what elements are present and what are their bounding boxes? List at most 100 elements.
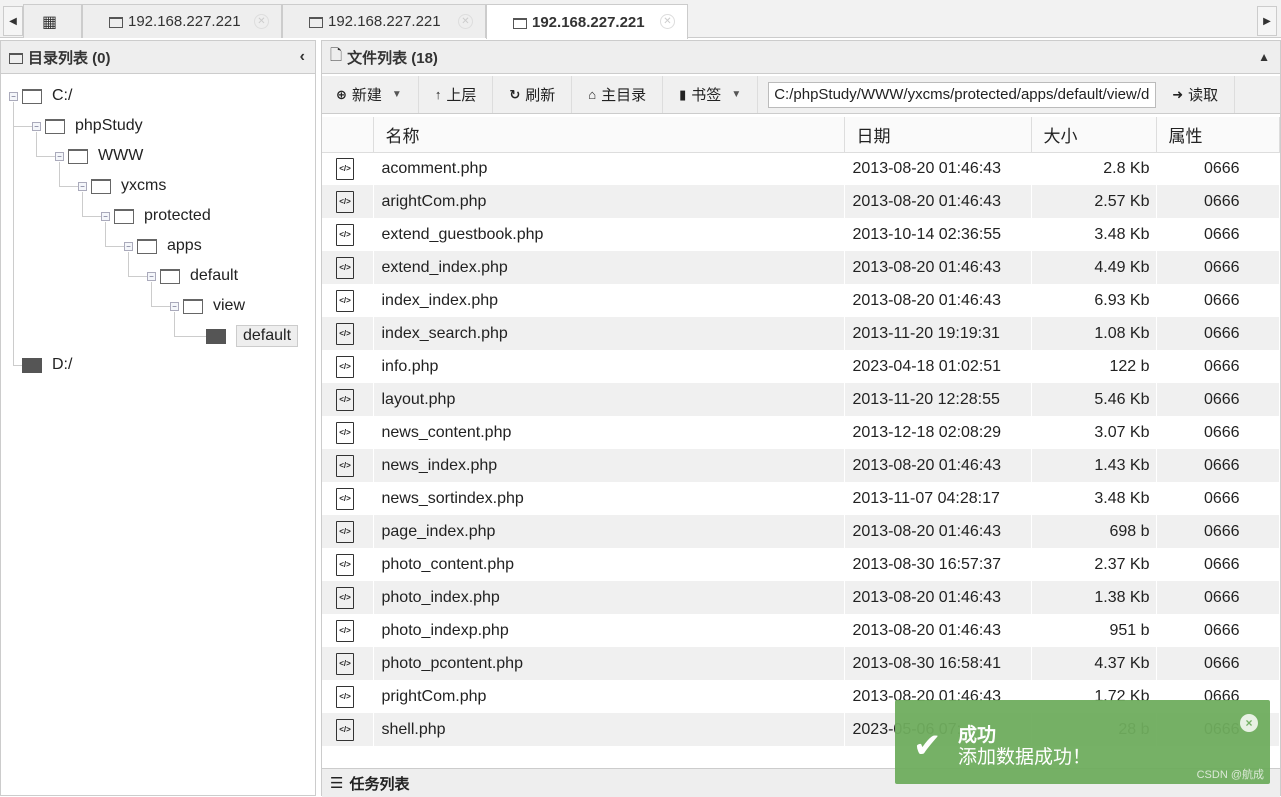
file-name[interactable]: news_content.php: [373, 416, 845, 449]
column-size[interactable]: 大小: [1031, 117, 1157, 153]
file-row[interactable]: </> extend_guestbook.php 2013-10-14 02:36:…: [322, 218, 1280, 251]
collapse-toggle-icon[interactable]: −: [32, 121, 41, 131]
tree-node[interactable]: − apps: [124, 234, 202, 258]
file-row[interactable]: </> info.php 2023-04-18 01:02:51 122 b 0666: [322, 350, 1280, 383]
file-attr[interactable]: 0666: [1156, 251, 1280, 284]
tab-2[interactable]: 192.168.227.221 ✕: [282, 4, 486, 38]
tree-node[interactable]: − protected: [101, 204, 211, 228]
file-attr[interactable]: 0666: [1156, 416, 1280, 449]
column-name[interactable]: 名称: [373, 117, 845, 153]
file-name[interactable]: prightCom.php: [373, 680, 845, 713]
path-input[interactable]: [768, 81, 1157, 108]
tab-1[interactable]: 192.168.227.221 ✕: [82, 4, 282, 38]
column-date[interactable]: 日期: [844, 117, 1032, 153]
file-attr[interactable]: 0666: [1156, 515, 1280, 548]
tab-home[interactable]: ▦: [23, 4, 82, 38]
read-button[interactable]: ➜ 读取: [1156, 76, 1236, 113]
tab-3[interactable]: 192.168.227.221 ✕: [486, 4, 688, 39]
list-icon: ☰: [330, 775, 344, 792]
file-name[interactable]: layout.php: [373, 383, 845, 416]
folder-icon: [137, 238, 157, 254]
file-row[interactable]: </> arightCom.php 2013-08-20 01:46:43 2.57 …: [322, 185, 1280, 218]
file-attr[interactable]: 0666: [1156, 581, 1280, 614]
file-name[interactable]: photo_content.php: [373, 548, 845, 581]
folder-icon: [109, 17, 123, 28]
file-row[interactable]: </> news_sortindex.php 2013-11-07 04:28:17…: [322, 482, 1280, 515]
collapse-toggle-icon[interactable]: −: [78, 181, 87, 191]
file-name[interactable]: photo_index.php: [373, 581, 845, 614]
close-icon[interactable]: ×: [1240, 714, 1258, 732]
up-button[interactable]: ↑ 上层: [419, 76, 494, 113]
file-row[interactable]: </> layout.php 2013-11-20 12:28:55 5.46 Kb 0…: [322, 383, 1280, 416]
file-row[interactable]: </> photo_index.php 2013-08-20 01:46:43 1.3…: [322, 581, 1280, 614]
file-name[interactable]: info.php: [373, 350, 845, 383]
php-file-icon: </>: [336, 652, 354, 675]
file-row[interactable]: </> news_index.php 2013-08-20 01:46:43 1.43…: [322, 449, 1280, 482]
file-attr[interactable]: 0666: [1156, 350, 1280, 383]
collapse-panel-button[interactable]: ‹: [300, 48, 305, 66]
file-row[interactable]: </> news_content.php 2013-12-18 02:08:29 3.…: [322, 416, 1280, 449]
file-attr[interactable]: 0666: [1156, 383, 1280, 416]
home-icon: ⌂: [588, 87, 597, 102]
file-name[interactable]: shell.php: [373, 713, 845, 746]
file-name[interactable]: news_index.php: [373, 449, 845, 482]
file-name[interactable]: news_sortindex.php: [373, 482, 845, 515]
file-date: 2013-12-18 02:08:29: [844, 416, 1032, 449]
file-name[interactable]: index_search.php: [373, 317, 845, 350]
new-button[interactable]: ⊕ 新建 ▼: [322, 76, 419, 113]
tree-node[interactable]: − WWW: [55, 144, 143, 168]
refresh-button[interactable]: ↻ 刷新: [493, 76, 573, 113]
file-attr[interactable]: 0666: [1156, 185, 1280, 218]
file-attr[interactable]: 0666: [1156, 614, 1280, 647]
tree-node[interactable]: − view: [170, 294, 245, 318]
file-name[interactable]: page_index.php: [373, 515, 845, 548]
folder-icon: [114, 208, 134, 224]
file-row[interactable]: </> index_index.php 2013-08-20 01:46:43 6.9…: [322, 284, 1280, 317]
close-tab-icon[interactable]: ✕: [660, 14, 675, 29]
file-attr[interactable]: 0666: [1156, 647, 1280, 680]
file-date: 2013-11-20 12:28:55: [844, 383, 1032, 416]
file-row[interactable]: </> page_index.php 2013-08-20 01:46:43 698 …: [322, 515, 1280, 548]
file-name[interactable]: photo_pcontent.php: [373, 647, 845, 680]
close-tab-icon[interactable]: ✕: [458, 14, 473, 29]
file-name[interactable]: photo_indexp.php: [373, 614, 845, 647]
tree-node[interactable]: − default: [147, 264, 238, 288]
collapse-up-button[interactable]: ▲: [1258, 50, 1270, 64]
file-name[interactable]: extend_index.php: [373, 251, 845, 284]
file-row[interactable]: </> photo_content.php 2013-08-30 16:57:37 2…: [322, 548, 1280, 581]
file-attr[interactable]: 0666: [1156, 218, 1280, 251]
collapse-toggle-icon[interactable]: −: [147, 271, 156, 281]
file-attr[interactable]: 0666: [1156, 284, 1280, 317]
file-attr[interactable]: 0666: [1156, 548, 1280, 581]
collapse-toggle-icon[interactable]: −: [55, 151, 64, 161]
file-name[interactable]: acomment.php: [373, 152, 845, 185]
file-attr[interactable]: 0666: [1156, 152, 1280, 185]
file-row[interactable]: </> photo_pcontent.php 2013-08-30 16:58:41…: [322, 647, 1280, 680]
file-attr[interactable]: 0666: [1156, 449, 1280, 482]
file-attr[interactable]: 0666: [1156, 317, 1280, 350]
tree-node[interactable]: − yxcms: [78, 174, 166, 198]
collapse-toggle-icon[interactable]: −: [124, 241, 133, 251]
file-row[interactable]: </> acomment.php 2013-08-20 01:46:43 2.8 Kb…: [322, 152, 1280, 185]
file-row[interactable]: </> index_search.php 2013-11-20 19:19:31 1.…: [322, 317, 1280, 350]
tree-node[interactable]: − C:/: [9, 84, 72, 108]
tree-node[interactable]: − phpStudy: [32, 114, 143, 138]
file-name[interactable]: arightCom.php: [373, 185, 845, 218]
collapse-toggle-icon[interactable]: −: [9, 91, 18, 101]
close-tab-icon[interactable]: ✕: [254, 14, 269, 29]
collapse-toggle-icon[interactable]: −: [170, 301, 179, 311]
tab-scroll-right-button[interactable]: ▶: [1257, 6, 1277, 36]
home-button[interactable]: ⌂ 主目录: [572, 76, 664, 113]
column-attr[interactable]: 属性: [1156, 117, 1280, 153]
file-name[interactable]: index_index.php: [373, 284, 845, 317]
file-name[interactable]: extend_guestbook.php: [373, 218, 845, 251]
file-attr[interactable]: 0666: [1156, 482, 1280, 515]
file-panel: 🗋 文件列表 (18) ▲ ⊕新建▼ ↑上层 ↻刷新 ⌂主目录 ▮书签▼ ➜读取…: [321, 40, 1281, 797]
file-size: 122 b: [1031, 350, 1157, 383]
collapse-toggle-icon[interactable]: −: [101, 211, 110, 221]
file-row[interactable]: </> photo_indexp.php 2013-08-20 01:46:43 95…: [322, 614, 1280, 647]
tree-node[interactable]: default: [193, 324, 299, 348]
file-row[interactable]: </> extend_index.php 2013-08-20 01:46:43 4.…: [322, 251, 1280, 284]
tab-scroll-left-button[interactable]: ◀: [3, 6, 23, 36]
bookmark-button[interactable]: ▮ 书签 ▼: [663, 76, 759, 113]
